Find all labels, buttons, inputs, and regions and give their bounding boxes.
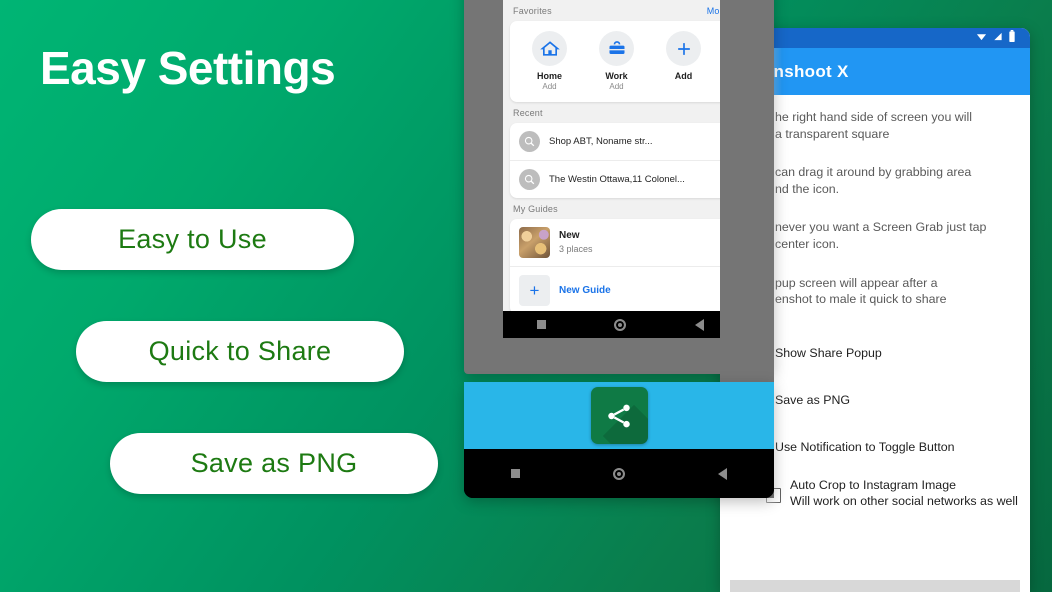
section-title: Favorites (513, 6, 552, 16)
home-icon (532, 31, 567, 66)
share-button[interactable] (590, 387, 648, 444)
guide-thumbnail (519, 226, 550, 258)
page-title: Easy Settings (40, 42, 336, 94)
feature-pill-label: Save as PNG (190, 448, 358, 478)
android-navigation-bar (464, 449, 774, 498)
guide-item[interactable]: New 3 places (510, 219, 731, 267)
description-paragraph: never you want a Screen Grab just tap ce… (775, 219, 1022, 252)
share-icon (608, 404, 630, 427)
favorite-item-work[interactable]: Work Add (583, 31, 650, 93)
my-guides-card: New 3 places + New Guide (510, 218, 731, 314)
feature-pill-label: Quick to Share (148, 336, 332, 366)
new-guide-button[interactable]: + New Guide (510, 267, 731, 314)
square-icon[interactable] (537, 320, 547, 329)
android-navigation-bar (503, 311, 738, 338)
favorite-label: Home (536, 71, 562, 81)
setting-label: Show Share Popup (775, 346, 882, 361)
wifi-icon (976, 29, 987, 47)
description-line: center icon. (775, 237, 840, 252)
panel-footer-bar (730, 580, 1020, 592)
favorite-item-home[interactable]: Home Add (516, 31, 583, 93)
section-title: My Guides (513, 203, 558, 214)
triangle-back-icon[interactable] (694, 318, 704, 331)
list-item[interactable]: The Westin Ottawa,11 Colonel... (510, 161, 731, 198)
guide-subtitle: 3 places (559, 243, 593, 254)
feature-pill-quick-to-share[interactable]: Quick to Share (76, 321, 404, 382)
favorite-sublabel: Add (542, 82, 557, 92)
circle-icon[interactable] (614, 318, 627, 331)
my-guides-section-header: My Guides (503, 198, 738, 219)
feature-pill-save-as-png[interactable]: Save as PNG (110, 433, 438, 494)
description-line: nd the icon. (775, 181, 840, 196)
description-line: can drag it around by grabbing area (775, 165, 972, 180)
feature-pill-label: Easy to Use (118, 224, 267, 254)
battery-icon (1008, 29, 1016, 47)
description-paragraph: he right hand side of screen you will a … (775, 109, 1022, 142)
plus-icon: + (519, 274, 550, 306)
description-line: never you want a Screen Grab just tap (775, 220, 987, 235)
favorites-card: Home Add Work Add Add (510, 21, 731, 102)
setting-label: Auto Crop to Instagram Image (790, 477, 956, 492)
description-paragraph: can drag it around by grabbing area nd t… (775, 164, 1022, 197)
favorites-section-header: More Favorites (503, 0, 738, 21)
square-icon[interactable] (510, 469, 520, 478)
share-popup-band (464, 382, 774, 449)
description-paragraph: pup screen will appear after a enshot to… (775, 275, 1022, 308)
circle-icon[interactable] (612, 467, 625, 480)
favorite-sublabel: Add (609, 82, 624, 92)
new-guide-label: New Guide (559, 284, 611, 296)
setting-sublabel: Will work on other social networks as we… (790, 494, 1018, 508)
description-line: a transparent square (775, 126, 890, 141)
favorite-label: Work (605, 71, 628, 81)
recent-section-header: Recent (503, 102, 738, 123)
feature-pill-easy-to-use[interactable]: Easy to Use (31, 209, 354, 270)
briefcase-icon (599, 31, 634, 66)
phone-screen-maps: More Favorites Home Add Work Add Add Rec… (503, 0, 738, 338)
setting-label: Save as PNG (775, 393, 851, 408)
favorite-item-add[interactable]: Add (650, 31, 717, 93)
description-line: enshot to male it quick to share (775, 292, 947, 307)
description-line: he right hand side of screen you will (775, 110, 972, 124)
plus-icon (666, 31, 701, 66)
section-title: Recent (513, 107, 543, 118)
triangle-back-icon[interactable] (718, 467, 728, 480)
signal-icon (992, 29, 1003, 47)
search-icon (519, 130, 540, 152)
promo-screenshot: Easy Settings Easy to Use Quick to Share… (0, 0, 1052, 592)
list-item-label: The Westin Ottawa,11 Colonel... (549, 173, 685, 185)
guide-title: New (559, 230, 580, 242)
setting-label: Use Notification to Toggle Button (775, 440, 955, 455)
search-icon (519, 168, 540, 190)
phone-mockup-share (464, 382, 774, 498)
favorite-label: Add (674, 71, 693, 81)
description-line: pup screen will appear after a (775, 275, 938, 290)
recent-card: Shop ABT, Noname str... The Westin Ottaw… (510, 122, 731, 198)
list-item[interactable]: Shop ABT, Noname str... (510, 123, 731, 161)
list-item-label: Shop ABT, Noname str... (549, 135, 653, 147)
